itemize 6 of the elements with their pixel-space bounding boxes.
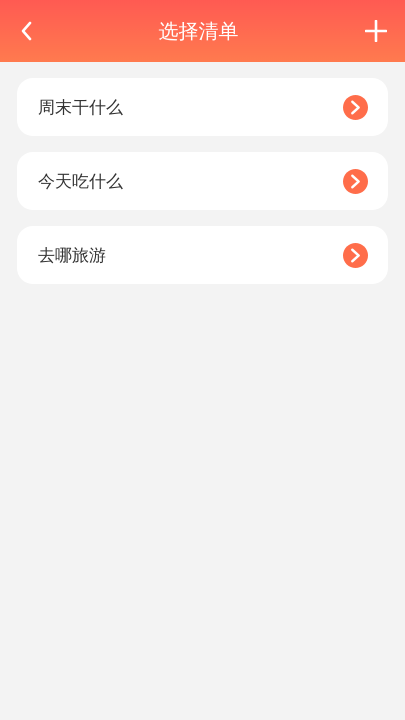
add-icon[interactable] (365, 20, 387, 42)
back-icon[interactable] (20, 21, 32, 41)
list-item[interactable]: 去哪旅游 (17, 226, 388, 284)
list-item[interactable]: 周末干什么 (17, 78, 388, 136)
list-item[interactable]: 今天吃什么 (17, 152, 388, 210)
page-title: 选择清单 (158, 18, 238, 44)
